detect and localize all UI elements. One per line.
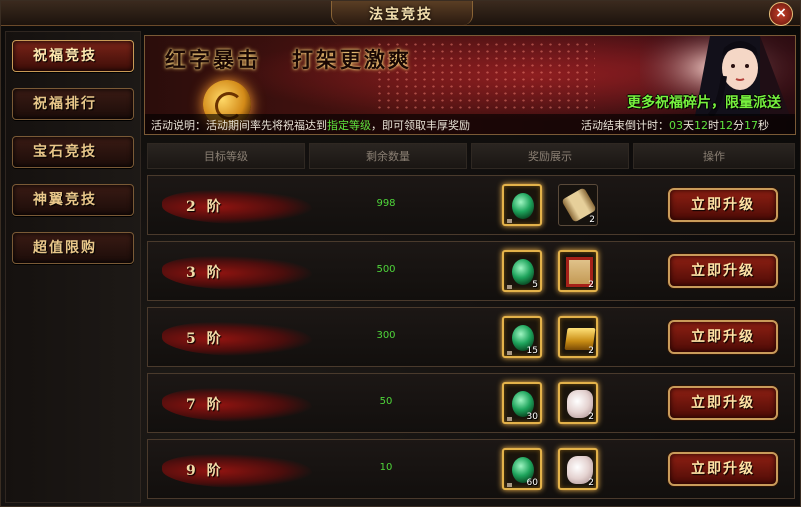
table-row: 7 阶 50 30 2 立即升级: [147, 373, 795, 433]
remaining-count: 500: [376, 264, 396, 275]
banner-slogan: 更多祝福碎片，限量派送: [627, 95, 781, 111]
sidebar-item-label: 神翼竞技: [33, 192, 97, 208]
reward-slot[interactable]: 2: [558, 184, 598, 226]
upgrade-now-button[interactable]: 立即升级: [668, 386, 778, 420]
timer-seconds: 17: [744, 119, 758, 132]
reward-slot[interactable]: 2: [558, 250, 598, 292]
reward-slot[interactable]: 30: [502, 382, 542, 424]
timer-days-unit: 天: [683, 119, 694, 132]
reward-slot[interactable]: 2: [558, 316, 598, 358]
sidebar-item-wing-competition[interactable]: 神翼竞技: [12, 184, 134, 216]
target-level: 7 阶: [186, 397, 224, 413]
brush-stroke-decoration: [162, 256, 312, 290]
remaining-count: 10: [379, 462, 393, 473]
upgrade-now-button[interactable]: 立即升级: [668, 452, 778, 486]
lock-icon: [507, 351, 512, 355]
remaining-count: 300: [376, 330, 396, 341]
reward-count: 2: [588, 412, 594, 422]
target-level: 5 阶: [186, 331, 224, 347]
timer-hours: 12: [694, 119, 708, 132]
reward-count: 30: [526, 412, 538, 422]
description-highlight: 指定等级: [327, 119, 371, 132]
reward-slot[interactable]: 15: [502, 316, 542, 358]
lock-icon: [507, 483, 512, 487]
description-text-end: ，即可领取丰厚奖励: [371, 119, 470, 132]
description-label: 活动说明：: [151, 119, 206, 132]
timer-minutes-unit: 分: [733, 119, 744, 132]
title-bar: 法宝竞技 ×: [1, 1, 800, 26]
sidebar-item-blessing-competition[interactable]: 祝福竞技: [12, 40, 134, 72]
lock-icon: [507, 219, 512, 223]
upgrade-now-button[interactable]: 立即升级: [668, 188, 778, 222]
reward-slot[interactable]: 2: [558, 448, 598, 490]
reward-count: 5: [532, 280, 538, 290]
table-row: 2 阶 998 2 立即升级: [147, 175, 795, 235]
timer-hours-unit: 时: [708, 119, 719, 132]
header-rewards: 奖励展示: [471, 143, 629, 169]
remaining-count: 998: [376, 198, 396, 209]
countdown-timer: 活动结束倒计时：03天12时12分17秒: [581, 117, 769, 133]
target-level: 3 阶: [186, 265, 224, 281]
sidebar-item-gem-competition[interactable]: 宝石竞技: [12, 136, 134, 168]
brush-stroke-decoration: [162, 322, 312, 356]
timer-seconds-unit: 秒: [758, 119, 769, 132]
header-remaining: 剩余数量: [309, 143, 467, 169]
table-header: 目标等级 剩余数量 奖励展示 操作: [147, 143, 795, 169]
target-level: 2 阶: [186, 199, 224, 215]
table-row: 5 阶 300 15 2 立即升级: [147, 307, 795, 367]
sidebar: 祝福竞技 祝福排行 宝石竞技 神翼竞技 超值限购: [5, 31, 141, 503]
reward-count: 60: [526, 478, 538, 488]
gem-icon: [512, 193, 534, 219]
header-action: 操作: [633, 143, 795, 169]
game-window: 法宝竞技 × 祝福竞技 祝福排行 宝石竞技 神翼竞技 超值限购 红字暴击 打架更…: [0, 0, 801, 507]
close-button[interactable]: ×: [769, 2, 793, 26]
sidebar-item-limited-purchase[interactable]: 超值限购: [12, 232, 134, 264]
lock-icon: [507, 285, 512, 289]
timer-label: 活动结束倒计时：: [581, 119, 669, 132]
reward-slot[interactable]: 5: [502, 250, 542, 292]
target-level: 9 阶: [186, 463, 224, 479]
sidebar-item-label: 超值限购: [33, 240, 97, 256]
brush-stroke-decoration: [162, 190, 312, 224]
timer-days: 03: [669, 119, 683, 132]
reward-slot[interactable]: 2: [558, 382, 598, 424]
reward-slot[interactable]: [502, 184, 542, 226]
event-banner: 红字暴击 打架更激爽 更多祝福碎片，限量派送 活动说明：活动期间率先将祝福达到指…: [144, 35, 796, 135]
sidebar-item-label: 祝福排行: [33, 96, 97, 112]
timer-minutes: 12: [719, 119, 733, 132]
reward-count: 2: [588, 478, 594, 488]
table-row: 3 阶 500 5 2 立即升级: [147, 241, 795, 301]
banner-title: 红字暴击 打架更激爽: [165, 44, 412, 74]
upgrade-now-button[interactable]: 立即升级: [668, 254, 778, 288]
event-description: 活动说明：活动期间率先将祝福达到指定等级，即可领取丰厚奖励: [151, 117, 470, 133]
description-text: 活动期间率先将祝福达到: [206, 119, 327, 132]
banner-info-bar: 活动说明：活动期间率先将祝福达到指定等级，即可领取丰厚奖励 活动结束倒计时：03…: [145, 114, 795, 134]
table-row: 9 阶 10 60 2 立即升级: [147, 439, 795, 499]
banner-title-left: 红字暴击: [165, 47, 261, 72]
remaining-count: 50: [379, 396, 393, 407]
reward-slot[interactable]: 60: [502, 448, 542, 490]
reward-count: 15: [526, 346, 538, 356]
lock-icon: [507, 417, 512, 421]
reward-count: 2: [588, 346, 594, 356]
gem-icon: [512, 259, 534, 285]
sidebar-item-label: 宝石竞技: [33, 144, 97, 160]
upgrade-now-button[interactable]: 立即升级: [668, 320, 778, 354]
brush-stroke-decoration: [162, 454, 312, 488]
sidebar-item-label: 祝福竞技: [33, 48, 97, 64]
window-title: 法宝竞技: [369, 7, 433, 23]
banner-title-right: 打架更激爽: [291, 47, 412, 72]
reward-count: 2: [589, 215, 595, 225]
brush-stroke-decoration: [162, 388, 312, 422]
sidebar-item-blessing-ranking[interactable]: 祝福排行: [12, 88, 134, 120]
header-target-level: 目标等级: [147, 143, 305, 169]
reward-count: 2: [588, 280, 594, 290]
